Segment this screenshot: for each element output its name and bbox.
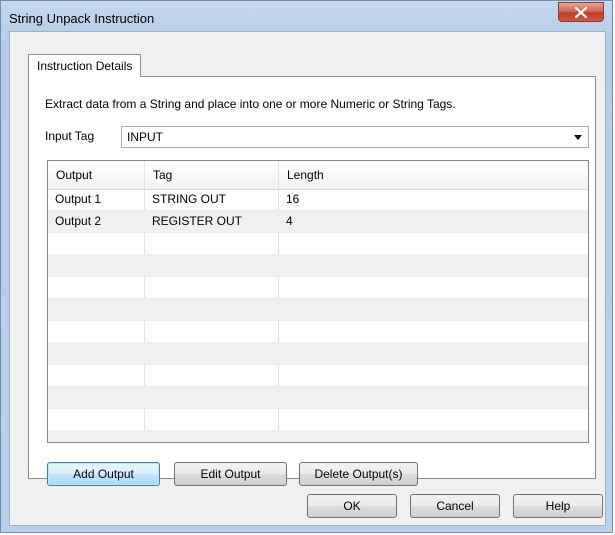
help-button[interactable]: Help [513, 494, 603, 518]
column-header-length[interactable]: Length [279, 161, 588, 189]
column-header-output[interactable]: Output [48, 161, 145, 189]
input-tag-dropdown[interactable]: INPUT [121, 126, 589, 148]
cell-output: Output 2 [55, 214, 102, 228]
dialog-window: String Unpack Instruction Instruction De… [0, 0, 613, 533]
input-tag-label: Input Tag [45, 129, 95, 143]
window-title: String Unpack Instruction [9, 11, 155, 26]
table-header: Output Tag Length [48, 161, 588, 190]
empty-row [48, 387, 588, 409]
empty-row [48, 255, 588, 277]
cancel-button[interactable]: Cancel [410, 494, 500, 518]
outputs-table[interactable]: Output Tag Length Output 1 STRING OUT 16… [47, 160, 589, 443]
input-tag-value: INPUT [127, 130, 163, 144]
dialog-client-area: Instruction Details Extract data from a … [9, 31, 606, 526]
tab-panel: Extract data from a String and place int… [28, 76, 596, 486]
column-header-tag[interactable]: Tag [145, 161, 279, 189]
empty-row [48, 233, 588, 255]
cell-length: 4 [286, 214, 293, 228]
cell-tag: REGISTER OUT [152, 214, 243, 228]
add-output-button[interactable]: Add Output [47, 462, 160, 486]
empty-row [48, 365, 588, 387]
cell-tag: STRING OUT [152, 192, 226, 206]
empty-row [48, 409, 588, 431]
cell-length: 16 [286, 192, 300, 206]
title-bar[interactable]: String Unpack Instruction [1, 1, 612, 35]
description-text: Extract data from a String and place int… [45, 97, 456, 111]
close-icon [575, 7, 587, 18]
table-row[interactable]: Output 2 REGISTER OUT 4 [48, 211, 588, 233]
chevron-down-icon [574, 135, 582, 140]
empty-row [48, 277, 588, 299]
ok-button[interactable]: OK [307, 494, 397, 518]
close-button[interactable] [558, 2, 604, 22]
empty-row [48, 431, 588, 442]
edit-output-button[interactable]: Edit Output [174, 462, 287, 486]
table-row[interactable]: Output 1 STRING OUT 16 [48, 189, 588, 211]
delete-outputs-button[interactable]: Delete Output(s) [299, 462, 418, 486]
cell-output: Output 1 [55, 192, 102, 206]
empty-row [48, 321, 588, 343]
tab-instruction-details[interactable]: Instruction Details [28, 54, 142, 77]
empty-row [48, 299, 588, 321]
empty-row [48, 343, 588, 365]
